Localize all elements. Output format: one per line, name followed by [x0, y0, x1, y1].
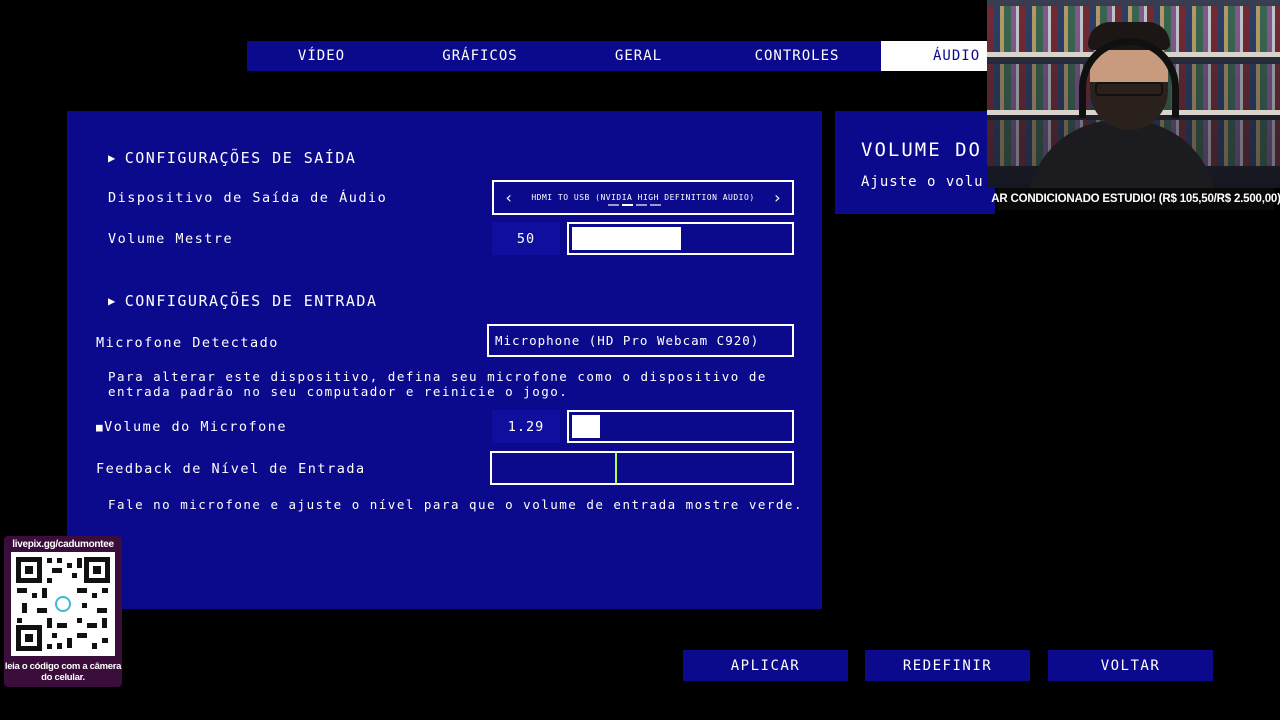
settings-tab-bar: VÍDEO GRÁFICOS GERAL CONTROLES ÁUDIO — [247, 41, 987, 71]
output-device-label: Dispositivo de Saída de Áudio — [108, 190, 388, 206]
input-level-meter — [490, 451, 794, 485]
mic-change-note: Para alterar este dispositivo, defina se… — [108, 369, 767, 399]
input-section-title: CONFIGURAÇÕES DE ENTRADA — [124, 292, 378, 310]
input-section-header[interactable]: ▶ CONFIGURAÇÕES DE ENTRADA — [108, 292, 377, 310]
tab-video[interactable]: VÍDEO — [247, 41, 396, 71]
feedback-note: Fale no microfone e ajuste o nível para … — [108, 497, 803, 512]
tab-general[interactable]: GERAL — [564, 41, 713, 71]
output-device-value: HDMI TO USB (NVIDIA HIGH DEFINITION AUDI… — [531, 193, 755, 202]
tab-graphics[interactable]: GRÁFICOS — [396, 41, 564, 71]
donation-goal-banner: AR CONDICIONADO ESTUDIO! (R$ 105,50/R$ 2… — [991, 188, 1280, 210]
output-device-selector[interactable]: ‹ HDMI TO USB (NVIDIA HIGH DEFINITION AU… — [492, 180, 794, 215]
setting-description-panel: VOLUME DO Ajuste o volu — [835, 111, 995, 214]
qr-code-icon — [11, 552, 115, 656]
qr-caption: leia o código com a câmera do celular. — [4, 661, 122, 683]
reset-button[interactable]: REDEFINIR — [865, 650, 1030, 681]
mic-volume-row-label: ■Volume do Microfone — [96, 419, 287, 435]
device-page-indicator — [608, 204, 661, 206]
detected-mic-label: Microfone Detectado — [96, 335, 279, 351]
selection-marker-icon: ■ — [96, 421, 105, 434]
back-button[interactable]: VOLTAR — [1048, 650, 1213, 681]
livepix-qr-overlay: livepix.gg/cadumontee leia o código com … — [4, 536, 122, 687]
detected-mic-field: Microphone (HD Pro Webcam C920) — [487, 324, 794, 357]
master-volume-value: 50 — [492, 222, 560, 255]
livepix-logo-icon — [55, 596, 71, 612]
mic-volume-value: 1.29 — [492, 410, 560, 443]
mic-volume-label: Volume do Microfone — [104, 419, 288, 435]
master-volume-fill — [572, 227, 681, 250]
chevron-left-icon[interactable]: ‹ — [504, 188, 514, 207]
webcam-overlay — [987, 0, 1280, 188]
expand-triangle-icon: ▶ — [108, 151, 117, 165]
audio-settings-panel: ▶ CONFIGURAÇÕES DE SAÍDA Dispositivo de … — [67, 111, 822, 609]
chevron-right-icon[interactable]: › — [772, 188, 782, 207]
mic-volume-fill — [572, 415, 601, 438]
output-section-header[interactable]: ▶ CONFIGURAÇÕES DE SAÍDA — [108, 149, 356, 167]
output-section-title: CONFIGURAÇÕES DE SAÍDA — [124, 149, 357, 167]
description-text: Ajuste o volu — [861, 174, 984, 190]
tab-audio[interactable]: ÁUDIO — [881, 41, 987, 71]
expand-triangle-icon: ▶ — [108, 294, 117, 308]
description-title: VOLUME DO — [861, 139, 982, 161]
qr-url: livepix.gg/cadumontee — [12, 539, 114, 550]
input-level-indicator — [615, 453, 617, 483]
master-volume-slider[interactable] — [567, 222, 794, 255]
apply-button[interactable]: APLICAR — [683, 650, 848, 681]
input-level-feedback-label: Feedback de Nível de Entrada — [96, 461, 366, 477]
master-volume-label: Volume Mestre — [108, 231, 234, 247]
mic-volume-slider[interactable] — [567, 410, 794, 443]
tab-controls[interactable]: CONTROLES — [713, 41, 881, 71]
